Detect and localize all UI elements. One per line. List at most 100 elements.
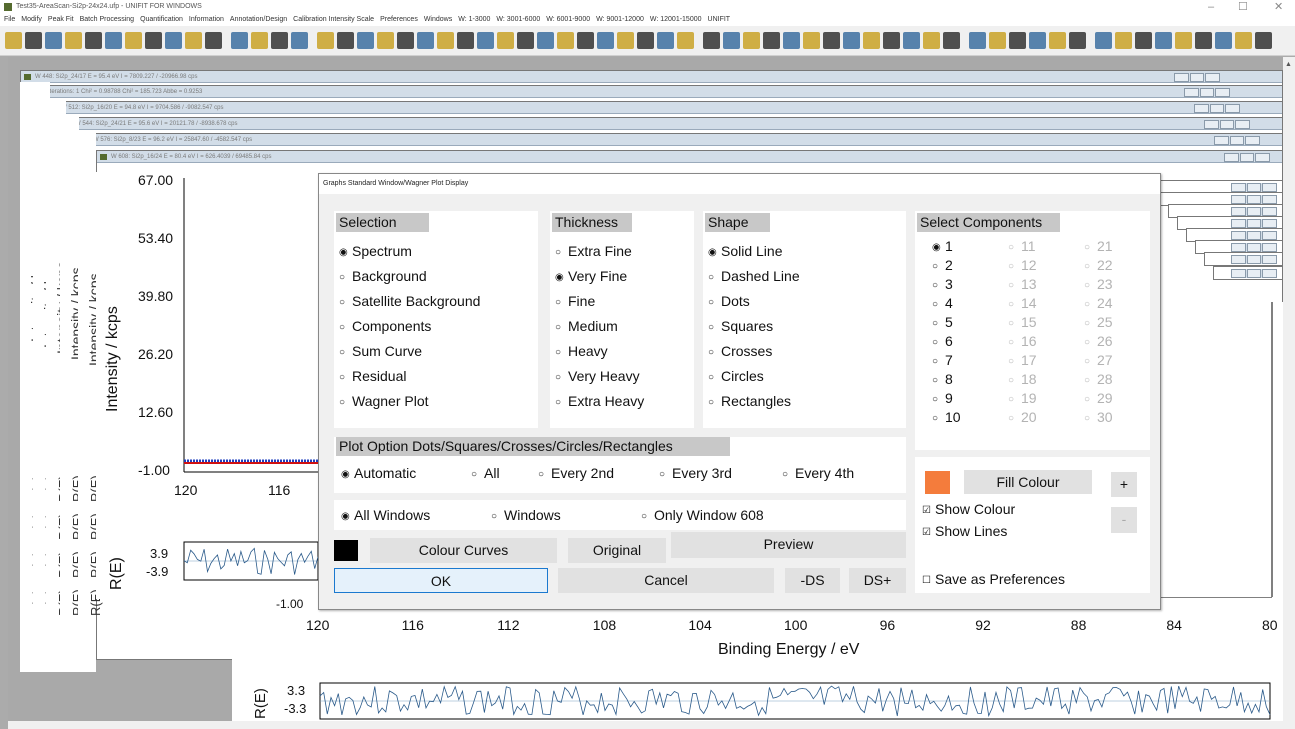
restore-icon[interactable] [1246, 243, 1262, 252]
minimize-icon[interactable] [1231, 243, 1246, 252]
component-option-6[interactable]: ○ 6 [932, 332, 953, 352]
grid-icon[interactable] [637, 32, 654, 49]
minimize-icon[interactable] [1231, 207, 1246, 216]
print-icon[interactable] [497, 32, 514, 49]
lock-icon[interactable] [1009, 32, 1026, 49]
menu-item-peak-fit[interactable]: Peak Fit [48, 16, 74, 23]
fill-colour-button[interactable]: Fill Colour [964, 470, 1092, 494]
open-icon[interactable] [437, 32, 454, 49]
component-option-20[interactable]: ○ 20 [1008, 408, 1037, 428]
component-option-21[interactable]: ○ 21 [1084, 237, 1113, 257]
scale-icon[interactable] [723, 32, 740, 49]
component-option-28[interactable]: ○ 28 [1084, 370, 1113, 390]
component-option-30[interactable]: ○ 30 [1084, 408, 1113, 428]
restore-icon[interactable] [1209, 104, 1225, 113]
component-option-4[interactable]: ○ 4 [932, 294, 953, 314]
component-option-16[interactable]: ○ 16 [1008, 332, 1037, 352]
copy-icon[interactable] [617, 32, 634, 49]
component-option-1[interactable]: ◉ 1 [932, 237, 953, 257]
window-icon[interactable] [1255, 32, 1272, 49]
minimize-button[interactable]: – [1208, 0, 1214, 14]
open-folder-icon[interactable] [457, 32, 474, 49]
fit-icon[interactable] [1115, 32, 1132, 49]
add-component-button[interactable]: + [1111, 472, 1137, 497]
menu-item-modify[interactable]: Modify [21, 16, 42, 23]
plot_option-option-automatic[interactable]: ◉ Automatic [341, 464, 416, 484]
percent-icon[interactable] [337, 32, 354, 49]
zoom-icon[interactable] [1095, 32, 1112, 49]
component-option-8[interactable]: ○ 8 [932, 370, 953, 390]
refresh-icon[interactable] [597, 32, 614, 49]
restore-icon[interactable] [1246, 269, 1262, 278]
component-option-2[interactable]: ○ 2 [932, 256, 953, 276]
component-option-15[interactable]: ○ 15 [1008, 313, 1037, 333]
refresh-icon[interactable] [1029, 32, 1046, 49]
peak-icon[interactable] [557, 32, 574, 49]
plot_option-option-every-4th[interactable]: ○ Every 4th [782, 464, 854, 484]
selection-option-residual[interactable]: ○ Residual [339, 367, 406, 387]
close-icon[interactable] [1262, 243, 1278, 252]
scissors-icon[interactable] [517, 32, 534, 49]
selection-option-spectrum[interactable]: ◉ Spectrum [339, 242, 412, 262]
subwindow-stack-edge[interactable] [1204, 252, 1283, 266]
menu-item-w-1-3000[interactable]: W: 1-3000 [458, 16, 490, 23]
chart-icon[interactable] [1135, 32, 1152, 49]
selection-option-background[interactable]: ○ Background [339, 267, 427, 287]
restore-icon[interactable] [1246, 183, 1262, 192]
shape-option-crosses[interactable]: ○ Crosses [708, 342, 772, 362]
ok-button[interactable]: OK [334, 568, 548, 593]
original-button[interactable]: Original [568, 538, 666, 563]
restore-icon[interactable] [1199, 88, 1215, 97]
wagner-icon[interactable] [537, 32, 554, 49]
show-lines-checkbox[interactable]: ☑ Show Lines [922, 522, 1007, 542]
menu-item-preferences[interactable]: Preferences [380, 16, 418, 23]
percent-icon[interactable] [1195, 32, 1212, 49]
minimize-icon[interactable] [1174, 73, 1189, 82]
component-option-13[interactable]: ○ 13 [1008, 275, 1037, 295]
subwindow-caption[interactable]: W 608: Si2p_16/24 E = 80.4 eV I = 626.40… [97, 151, 1282, 163]
menu-item-quantification[interactable]: Quantification [140, 16, 183, 23]
windows-option-windows[interactable]: ○ Windows [491, 506, 561, 526]
refresh-icon[interactable] [165, 32, 182, 49]
restore-icon[interactable] [1246, 207, 1262, 216]
selection-option-sum-curve[interactable]: ○ Sum Curve [339, 342, 422, 362]
component-option-23[interactable]: ○ 23 [1084, 275, 1113, 295]
save-preferences-checkbox[interactable]: ☐ Save as Preferences [922, 570, 1065, 590]
windows-option-all-windows[interactable]: ◉ All Windows [341, 506, 430, 526]
shape-option-circles[interactable]: ○ Circles [708, 367, 764, 387]
menu-item-w-6001-9000[interactable]: W: 6001-9000 [546, 16, 590, 23]
restore-icon[interactable] [1246, 195, 1262, 204]
copy-icon[interactable] [1049, 32, 1066, 49]
scissors-icon[interactable] [943, 32, 960, 49]
curve-colour-swatch[interactable] [334, 540, 358, 561]
menu-item-w-12001-15000[interactable]: W: 12001-15000 [650, 16, 702, 23]
remove-component-button[interactable]: - [1111, 507, 1137, 533]
shape-option-dashed-line[interactable]: ○ Dashed Line [708, 267, 800, 287]
window-icon[interactable] [397, 32, 414, 49]
minimize-icon[interactable] [1231, 269, 1246, 278]
component-option-24[interactable]: ○ 24 [1084, 294, 1113, 314]
horizontal-scrollbar[interactable] [8, 721, 1295, 729]
component-option-17[interactable]: ○ 17 [1008, 351, 1037, 371]
open-icon[interactable] [5, 32, 22, 49]
table-icon[interactable] [1235, 32, 1252, 49]
annotate-icon[interactable] [357, 32, 374, 49]
print-icon[interactable] [65, 32, 82, 49]
ds-minus-button[interactable]: -DS [785, 568, 840, 593]
chart-icon[interactable] [703, 32, 720, 49]
vertical-scrollbar[interactable]: ▲ [1283, 57, 1295, 721]
close-icon[interactable] [1255, 153, 1271, 162]
wagner-icon[interactable] [105, 32, 122, 49]
zoom-icon[interactable] [231, 32, 248, 49]
fit-icon[interactable] [251, 32, 268, 49]
peak-icon[interactable] [125, 32, 142, 49]
print-icon[interactable] [923, 32, 940, 49]
close-icon[interactable] [1205, 73, 1221, 82]
subwindow-caption[interactable]: Iterations: 1 Chi² = 0.98788 Chi² = 185.… [34, 86, 1282, 98]
subwindow-caption[interactable]: W 544: Si2p_24/21 E = 95.6 eV I = 20121.… [61, 118, 1282, 130]
close-icon[interactable] [1225, 104, 1241, 113]
fill-colour-swatch[interactable] [925, 471, 950, 494]
menu-item-unifit[interactable]: UNIFIT [708, 16, 731, 23]
selection-option-satellite-background[interactable]: ○ Satellite Background [339, 292, 480, 312]
subwindow-stack-edge[interactable] [1213, 266, 1283, 280]
